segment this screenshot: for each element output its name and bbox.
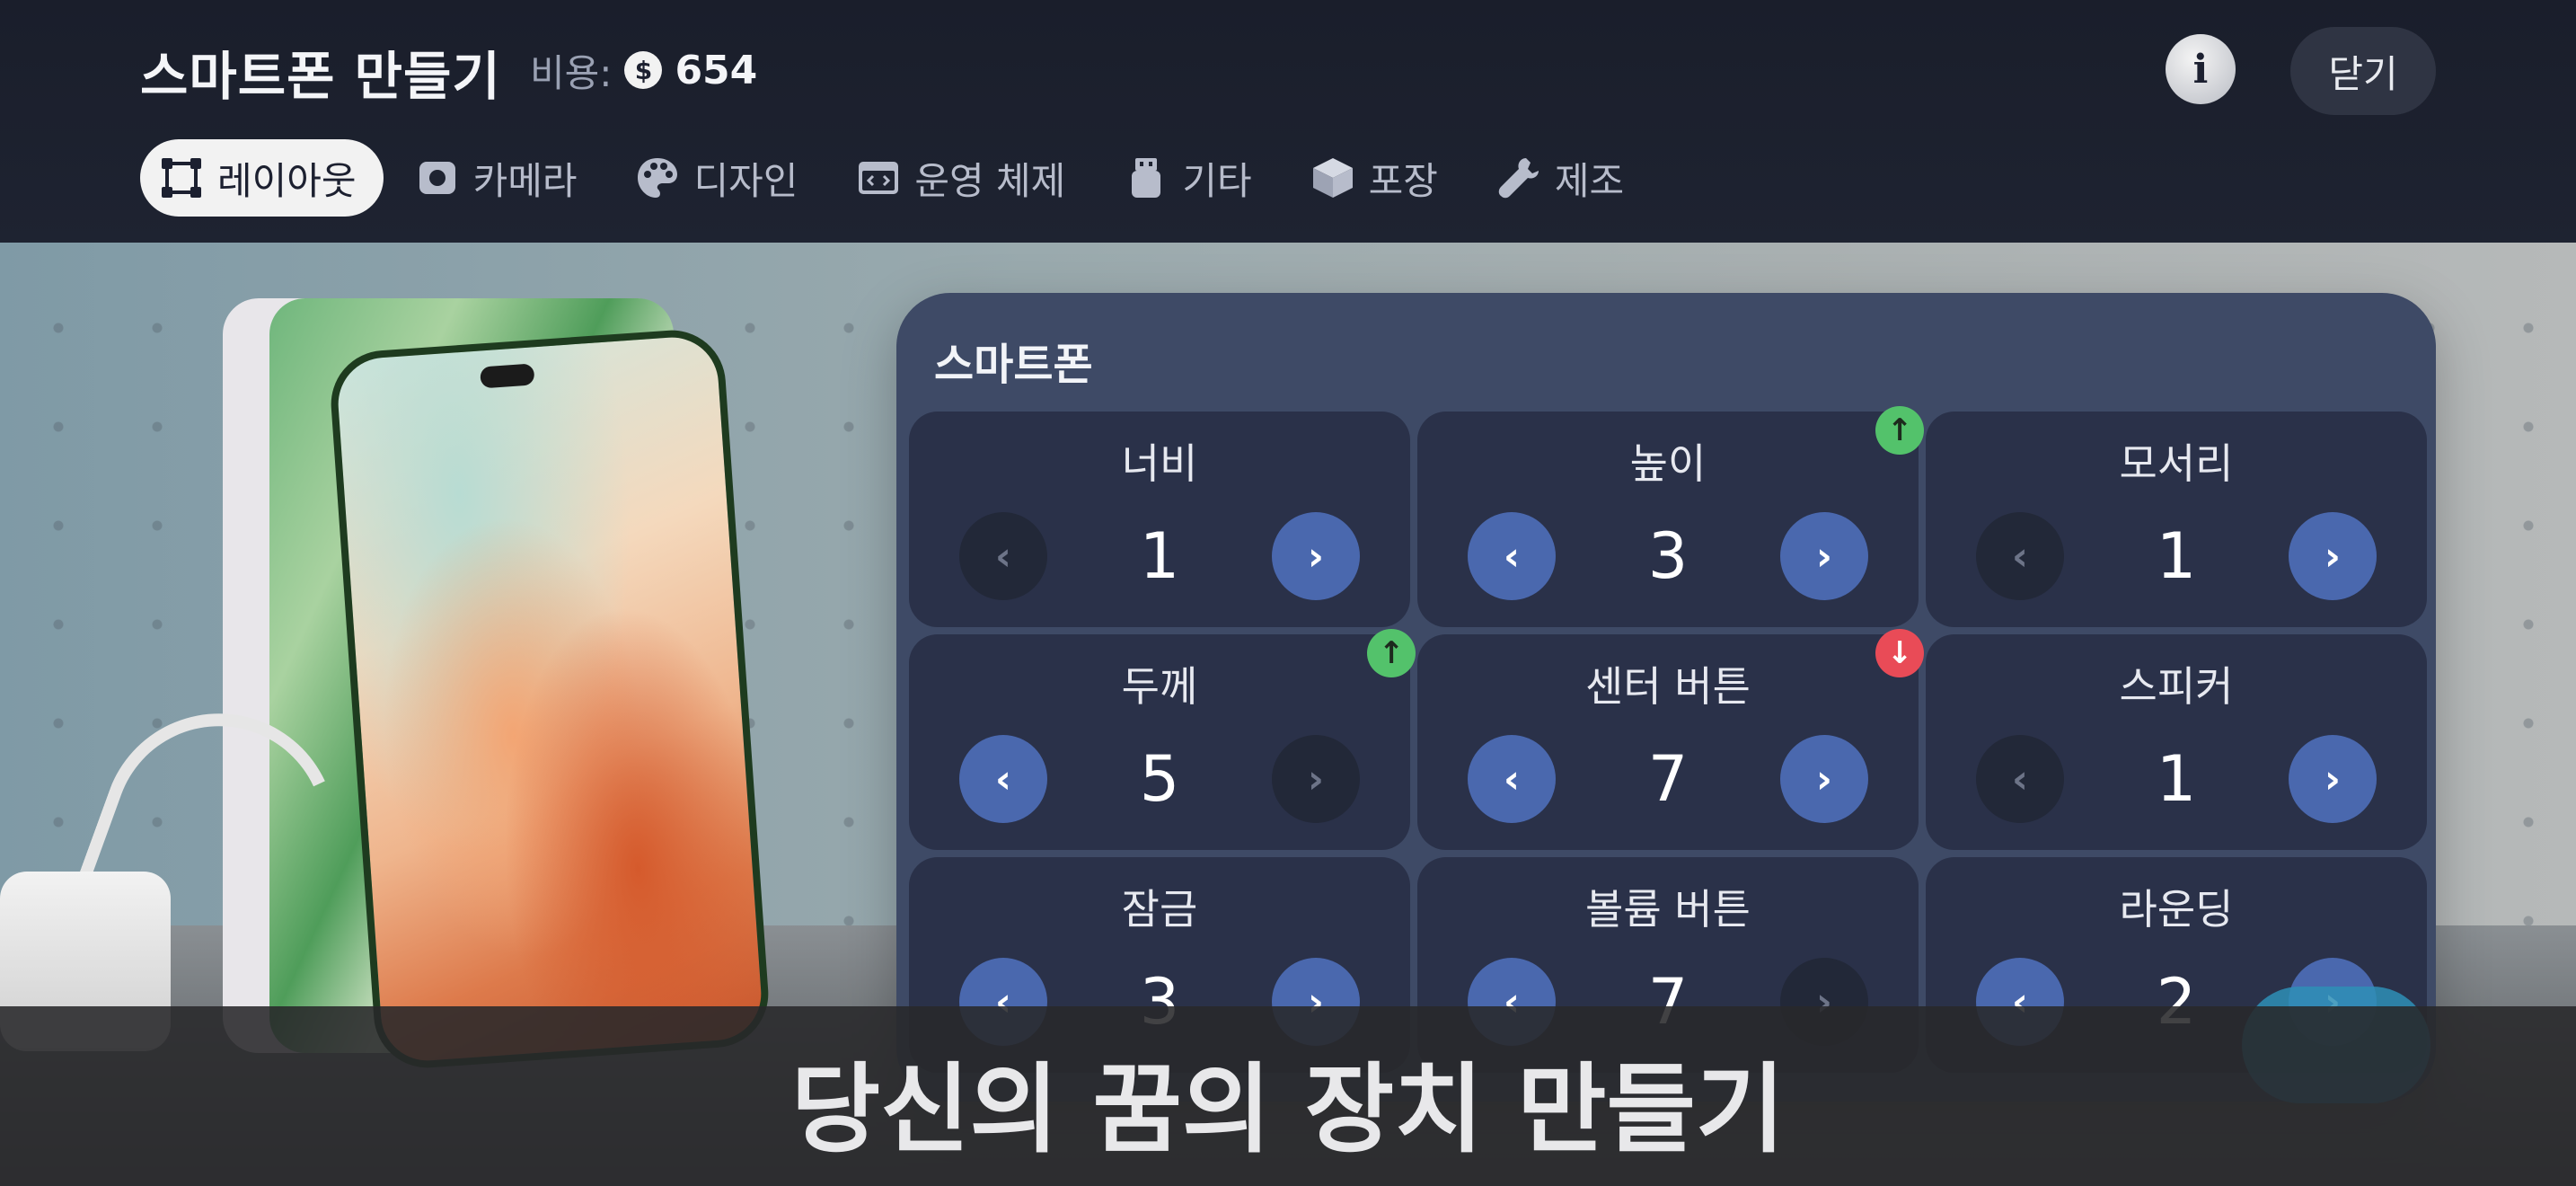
box-icon bbox=[1310, 155, 1356, 201]
tab-label: 디자인 bbox=[693, 158, 798, 203]
tab-manufacturing[interactable]: 제조 bbox=[1478, 139, 1651, 217]
setting-label: 높이 bbox=[1629, 439, 1707, 488]
arrow-up-icon: ↑ bbox=[1367, 629, 1416, 677]
camera-icon bbox=[414, 155, 461, 201]
tab-packaging[interactable]: 포장 bbox=[1292, 139, 1465, 217]
value-stepper: ‹ 1 › bbox=[1976, 512, 2377, 600]
setting-label: 라운딩 bbox=[2119, 885, 2234, 934]
panel-title: 스마트폰 bbox=[934, 340, 1093, 390]
setting-height: 높이 ‹ 3 › ↑ bbox=[1417, 406, 1924, 627]
value-stepper: ‹ 3 › bbox=[1468, 512, 1868, 600]
decrement-button[interactable]: ‹ bbox=[959, 735, 1047, 823]
increment-button[interactable]: › bbox=[1780, 512, 1868, 600]
setting-value: 1 bbox=[1139, 519, 1180, 593]
decrement-button[interactable]: ‹ bbox=[959, 512, 1047, 600]
arrow-down-icon: ↓ bbox=[1875, 629, 1924, 677]
tab-os[interactable]: 운영 체제 bbox=[837, 139, 1092, 217]
setting-label: 잠금 bbox=[1121, 885, 1198, 934]
setting-center-button: 센터 버튼 ‹ 7 › ↓ bbox=[1417, 629, 1924, 850]
tab-label: 운영 체제 bbox=[914, 158, 1066, 203]
setting-value: 1 bbox=[2156, 519, 2197, 593]
setting-value: 3 bbox=[1647, 519, 1689, 593]
wrench-icon bbox=[1495, 155, 1542, 201]
increment-button[interactable]: › bbox=[1272, 512, 1360, 600]
settings-grid: 너비 ‹ 1 › 높이 ‹ 3 › ↑ 모서리 ‹ 1 › 두께 ‹ 5 › ↑… bbox=[909, 406, 2427, 1073]
cost-display: 비용: $ 654 bbox=[530, 45, 757, 95]
tab-layout[interactable]: 레이아웃 bbox=[140, 139, 384, 217]
tab-label: 제조 bbox=[1554, 158, 1625, 203]
setting-label: 센터 버튼 bbox=[1585, 662, 1751, 711]
promo-caption: 당신의 꿈의 장치 만들기 bbox=[790, 1054, 1786, 1166]
setting-width: 너비 ‹ 1 › bbox=[909, 412, 1410, 627]
value-stepper: ‹ 7 › bbox=[1468, 735, 1868, 823]
decrement-button[interactable]: ‹ bbox=[1976, 512, 2064, 600]
info-button[interactable]: i bbox=[2166, 34, 2236, 104]
cost-label: 비용: bbox=[530, 50, 613, 95]
phone-preview-image bbox=[327, 326, 772, 1072]
setting-value: 5 bbox=[1139, 742, 1180, 816]
decrement-button[interactable]: ‹ bbox=[1976, 735, 2064, 823]
layout-icon bbox=[158, 155, 205, 201]
setting-label: 너비 bbox=[1121, 439, 1198, 488]
top-bar: 스마트폰 만들기 비용: $ 654 i 닫기 레이아웃 카메라 디자인 운영 … bbox=[0, 0, 2576, 243]
setting-value: 7 bbox=[1647, 742, 1689, 816]
setting-value: 1 bbox=[2156, 742, 2197, 816]
page-title: 스마트폰 만들기 bbox=[140, 46, 501, 107]
tab-misc[interactable]: 기타 bbox=[1105, 139, 1278, 217]
increment-button[interactable]: › bbox=[1272, 735, 1360, 823]
tab-label: 포장 bbox=[1368, 158, 1438, 203]
arrow-up-icon: ↑ bbox=[1875, 406, 1924, 455]
smartphone-settings-panel: 스마트폰 너비 ‹ 1 › 높이 ‹ 3 › ↑ 모서리 ‹ 1 › 두께 ‹ … bbox=[896, 293, 2436, 1102]
cost-value: 654 bbox=[675, 47, 758, 93]
setting-label: 볼륨 버튼 bbox=[1585, 885, 1751, 934]
setting-corner: 모서리 ‹ 1 › bbox=[1926, 412, 2427, 627]
setting-label: 두께 bbox=[1121, 662, 1198, 711]
setting-label: 스피커 bbox=[2119, 662, 2234, 711]
value-stepper: ‹ 5 › bbox=[959, 735, 1360, 823]
increment-button[interactable]: › bbox=[2289, 735, 2377, 823]
tab-design[interactable]: 디자인 bbox=[616, 139, 825, 217]
decrement-button[interactable]: ‹ bbox=[1468, 512, 1556, 600]
phone-camera-cutout bbox=[480, 363, 535, 389]
value-stepper: ‹ 1 › bbox=[959, 512, 1360, 600]
category-tabs: 레이아웃 카메라 디자인 운영 체제 기타 포장 제조 bbox=[140, 139, 1651, 217]
code-window-icon bbox=[855, 155, 902, 201]
tab-label: 카메라 bbox=[472, 158, 578, 203]
tab-label: 기타 bbox=[1182, 158, 1252, 203]
usb-drive-icon bbox=[1123, 155, 1169, 201]
close-button[interactable]: 닫기 bbox=[2290, 27, 2436, 115]
increment-button[interactable]: › bbox=[1780, 735, 1868, 823]
decrement-button[interactable]: ‹ bbox=[1468, 735, 1556, 823]
setting-label: 모서리 bbox=[2119, 439, 2234, 488]
setting-thickness: 두께 ‹ 5 › ↑ bbox=[909, 629, 1416, 850]
increment-button[interactable]: › bbox=[2289, 512, 2377, 600]
setting-speaker: 스피커 ‹ 1 › bbox=[1926, 634, 2427, 850]
tab-label: 레이아웃 bbox=[217, 158, 357, 203]
palette-icon bbox=[634, 155, 681, 201]
value-stepper: ‹ 1 › bbox=[1976, 735, 2377, 823]
coin-icon: $ bbox=[624, 51, 663, 89]
tab-camera[interactable]: 카메라 bbox=[396, 139, 604, 217]
